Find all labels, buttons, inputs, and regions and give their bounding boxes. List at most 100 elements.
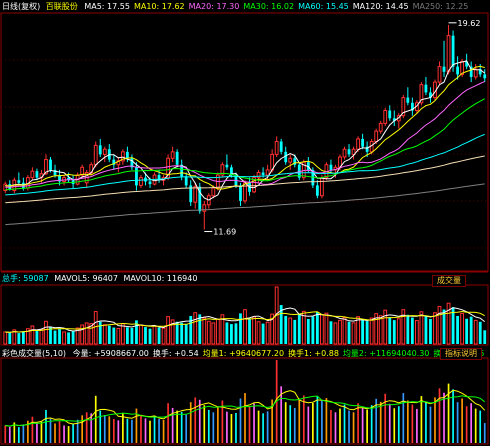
price-header: 日线(复权) 百联股份 MA5: 17.55 MA10: 17.62 MA20: 1… xyxy=(2,2,468,12)
volume-bar xyxy=(388,317,392,344)
volume-bar xyxy=(193,312,198,345)
volume-bar xyxy=(478,321,482,344)
mavol5-label: MAVOL5: 96407 xyxy=(54,274,118,283)
volume-bar xyxy=(67,332,70,344)
annotation-label-1: 11.69 xyxy=(213,228,236,237)
ma-label-0: MA5: 17.55 xyxy=(84,2,130,11)
volume-bar xyxy=(175,321,179,344)
volume-bar xyxy=(62,331,66,345)
candle-body xyxy=(437,66,442,83)
indicator-label-1: 换手: +0.54 xyxy=(152,349,199,358)
volume-bar xyxy=(53,330,57,344)
volume-bar xyxy=(469,316,473,344)
volume-bar xyxy=(84,322,89,345)
volume-bar xyxy=(293,319,297,344)
candle-body xyxy=(265,169,270,176)
volume-bar xyxy=(80,324,85,345)
volume-bar xyxy=(329,321,333,344)
candle-body xyxy=(211,187,216,197)
volume-bar xyxy=(71,330,75,344)
candle-body xyxy=(30,170,35,179)
candle-body xyxy=(446,35,451,73)
indicator-label-3: 换手1: +0.88 xyxy=(288,349,339,358)
volume-bar xyxy=(234,323,238,344)
volume-bar xyxy=(406,314,410,344)
indicator-label-0: 今量: +5908667.00 xyxy=(72,349,149,358)
volume-bar xyxy=(112,327,116,344)
candle-body xyxy=(17,180,21,183)
volume-bar xyxy=(39,328,44,345)
volume-bar xyxy=(58,329,61,344)
candle-body xyxy=(256,171,261,179)
volume-bar xyxy=(120,323,125,345)
annotation-label-0: 19.62 xyxy=(458,19,481,28)
period-label[interactable]: 日线(复权) xyxy=(2,2,40,11)
volume-bar xyxy=(144,327,147,344)
volume-bar xyxy=(35,330,39,344)
volume-bar xyxy=(239,313,242,344)
volume-bar xyxy=(211,322,216,345)
volume-bar xyxy=(98,321,102,344)
volume-bar xyxy=(184,324,188,344)
candle-body xyxy=(239,185,242,201)
candle-body xyxy=(139,177,143,186)
volume-bar xyxy=(256,321,261,345)
candle-body xyxy=(148,181,152,185)
volume-bar xyxy=(49,327,52,344)
volume-bar xyxy=(483,330,487,344)
candle-body xyxy=(329,164,333,170)
volume-bar xyxy=(369,317,374,345)
candle-body xyxy=(473,68,478,78)
ma-label-5: MA120: 14.45 xyxy=(352,2,409,11)
volume-bar xyxy=(8,332,12,344)
volume-bar xyxy=(180,322,184,344)
volume-bar xyxy=(202,317,207,345)
volume-bar xyxy=(21,331,25,344)
volume-bar xyxy=(265,321,270,345)
volume-bar xyxy=(429,318,432,344)
volume-bar xyxy=(44,320,48,345)
volume-bar xyxy=(424,315,428,344)
volume-bar xyxy=(230,324,233,344)
volume-bar xyxy=(116,327,121,345)
mavol10-label: MAVOL10: 116940 xyxy=(123,274,198,283)
candle-body xyxy=(184,176,188,186)
volume-button[interactable]: 成交量 xyxy=(432,275,466,287)
volume-bar xyxy=(319,314,324,345)
volume-bar xyxy=(465,318,469,344)
candle-body xyxy=(35,171,39,178)
indicator-help-button[interactable]: 指标说明 xyxy=(440,348,482,360)
candle-body xyxy=(315,185,319,196)
volume-bar xyxy=(102,324,107,345)
candle-body xyxy=(135,167,138,186)
volume-bar xyxy=(306,318,310,344)
candle-body xyxy=(347,149,351,155)
volume-bar xyxy=(130,328,134,344)
volume-bar xyxy=(107,325,111,344)
ma-label-4: MA60: 15.45 xyxy=(298,2,349,11)
ma-label-1: MA10: 17.62 xyxy=(133,2,185,11)
candle-body xyxy=(383,110,388,124)
volume-bar xyxy=(315,312,319,344)
volume-bar xyxy=(243,309,247,345)
volume-bar xyxy=(414,320,419,345)
candle-body xyxy=(49,159,52,170)
volume-bar xyxy=(442,309,446,344)
candle-body xyxy=(406,97,410,103)
candle-body xyxy=(98,145,102,155)
candle-body xyxy=(374,130,379,142)
candle-body xyxy=(361,138,365,147)
ma-label-2: MA20: 17.30 xyxy=(188,2,240,11)
volume-bar xyxy=(261,323,265,344)
indicator-header: 彩色成交量(5,10) 今量: +5908667.00 换手: +0.54 均量1:… xyxy=(2,349,484,359)
volume-bar xyxy=(396,318,401,345)
volume-bar xyxy=(365,321,369,344)
stock-chart: 19.62 11.69 xyxy=(0,12,489,445)
volume-bar xyxy=(252,316,256,345)
candle-body xyxy=(378,122,383,132)
volume-bar xyxy=(248,318,251,344)
candle-body xyxy=(483,74,487,79)
volume-bar xyxy=(419,311,424,345)
volume-bar xyxy=(437,305,442,345)
ma-label-3: MA30: 16.02 xyxy=(243,2,295,11)
